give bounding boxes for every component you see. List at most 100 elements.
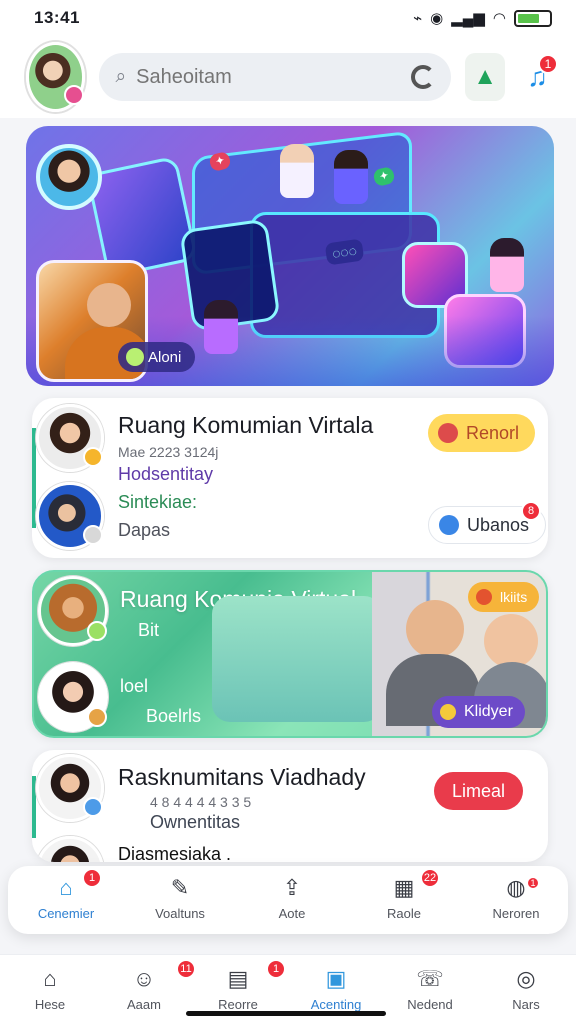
- community-card[interactable]: Ruang Komumian Virtala Mae 2223 3124j Ho…: [32, 398, 548, 558]
- table-icon: ▤: [227, 966, 249, 991]
- edit-icon: ✎: [170, 875, 190, 900]
- tab-chat[interactable]: ☏ Nedend: [390, 965, 470, 1012]
- search-bar[interactable]: ⌕: [99, 53, 452, 101]
- status-icons: ⌁ ◉ ▂▄▆ ◠: [413, 9, 552, 27]
- avatar: [36, 754, 104, 822]
- ubanos-badge: 8: [521, 501, 542, 521]
- avatar: [36, 404, 104, 472]
- tab-label: Nars: [512, 997, 540, 1012]
- renorl-button-label: Renorl: [466, 422, 520, 443]
- person: [406, 600, 464, 658]
- card-tail-text: Diasmesiaka .: [118, 844, 232, 862]
- avatar: [36, 836, 104, 862]
- google-icon[interactable]: [411, 65, 436, 89]
- hero-figure: [280, 144, 314, 198]
- limeal-button-label: Limeal: [452, 780, 506, 801]
- hero-figure: [490, 238, 524, 292]
- ubanos-button[interactable]: Ubanos 8: [428, 501, 547, 544]
- tag-icon: [476, 589, 492, 605]
- profile-avatar[interactable]: [26, 42, 86, 112]
- hero-figure: [334, 150, 368, 204]
- calendar-icon: ▦: [393, 875, 415, 900]
- tab-badge: 1: [82, 868, 102, 888]
- avatar-badge: [83, 525, 103, 545]
- shield-icon: [439, 515, 459, 535]
- card-detail: Dapas: [118, 520, 171, 540]
- lkiits-button[interactable]: lkiits: [468, 582, 540, 612]
- profile-status-badge: [64, 85, 85, 105]
- avatar-badge: [83, 797, 103, 817]
- folder-icon: ▣: [325, 966, 347, 991]
- tab-folder[interactable]: ▣ Acenting: [296, 965, 376, 1012]
- community-card[interactable]: Ruang Komunia Virtual Bit loel Boelrls l…: [32, 570, 548, 738]
- avatar-badge: [87, 621, 107, 641]
- tab-table[interactable]: ▤ Reorre 1: [198, 959, 286, 1012]
- tab-label: Aaam: [127, 997, 161, 1012]
- card-title: Rasknumitans Viadhady: [118, 764, 366, 790]
- chat-icon: ☏: [416, 966, 444, 991]
- music-button[interactable]: ♫ 1: [519, 53, 558, 101]
- person: [484, 614, 538, 668]
- community-card[interactable]: Rasknumitans Viadhady 4 8 4 4 4 4 3 3 5 …: [32, 750, 548, 862]
- app-shortcut-button[interactable]: ▲: [465, 53, 506, 101]
- home-indicator: [186, 1011, 386, 1016]
- tab-house[interactable]: ⌂ Hese: [10, 965, 90, 1012]
- music-badge: 1: [538, 54, 558, 74]
- card-tag: Sintekiae:: [118, 492, 198, 512]
- tab-label: Neroren: [492, 906, 540, 921]
- hero-avatar: [36, 144, 102, 210]
- hero-banner[interactable]: Aloni ✦ ✦ ◌◌◌: [26, 126, 554, 386]
- bottom-nav-primary: ⌂ Cenemier 1 ✎ Voaltuns ⇪ Aote ▦ Raole 2…: [8, 866, 568, 934]
- search-input[interactable]: [136, 65, 402, 89]
- klidyer-button[interactable]: Klidyer: [432, 696, 525, 728]
- home-icon: ⌂: [59, 875, 73, 900]
- card-meta: loel: [120, 676, 149, 696]
- tab-profile[interactable]: ◎ Nars: [486, 965, 566, 1012]
- tab-home[interactable]: ⌂ Cenemier 1: [26, 868, 106, 921]
- avatar-badge: [83, 447, 103, 467]
- search-icon: ⌕: [115, 66, 127, 87]
- hero-figure: [204, 300, 238, 354]
- ubanos-button-label: Ubanos: [467, 514, 530, 535]
- tab-label: Raole: [387, 906, 421, 921]
- tab-badge: 22: [420, 868, 440, 888]
- tag-icon: [440, 704, 456, 720]
- tab-label: Nedend: [407, 997, 453, 1012]
- battery-icon: [514, 9, 552, 27]
- tab-badge: 11: [176, 959, 196, 979]
- tab-user[interactable]: ◍ Neroren 1: [476, 874, 556, 921]
- card-title: Ruang Komumian Virtala: [118, 412, 374, 438]
- tab-label: Reorre: [218, 997, 258, 1012]
- top-header: ⌕ ▲ ♫ 1: [0, 36, 576, 118]
- tab-badge: 1: [526, 876, 540, 890]
- card-secondary-label: Bit: [138, 620, 160, 640]
- tab-upload[interactable]: ⇪ Aote: [252, 874, 332, 921]
- card-meta: 4 8 4 4 4 4 3 3 5: [150, 794, 252, 810]
- bottom-nav-secondary: ⌂ Hese ☺ Aaam 11 ▤ Reorre 1 ▣ Acenting ☏…: [0, 954, 576, 1024]
- bluetooth-icon: ⌁: [413, 10, 423, 27]
- location-icon: ◉: [430, 10, 444, 27]
- avatar: [36, 482, 104, 550]
- tab-calendar[interactable]: ▦ Raole 22: [364, 868, 444, 921]
- house-icon: ⌂: [43, 966, 57, 991]
- tab-label: Acenting: [310, 997, 362, 1012]
- lkiits-button-label: lkiits: [500, 589, 528, 605]
- tab-edit[interactable]: ✎ Voaltuns: [140, 874, 220, 921]
- renorl-button[interactable]: Renorl: [428, 414, 536, 452]
- avatar: [38, 576, 108, 646]
- avatar: [38, 662, 108, 732]
- tab-label: Cenemier: [37, 906, 95, 921]
- tab-smile[interactable]: ☺ Aaam 11: [104, 959, 196, 1012]
- tab-label: Voaltuns: [155, 906, 205, 921]
- triangle-icon: ▲: [473, 63, 498, 90]
- tab-label: Aote: [278, 906, 306, 921]
- hero-label[interactable]: Aloni: [118, 342, 196, 372]
- tab-label: Hese: [34, 997, 66, 1012]
- avatar-badge: [87, 707, 107, 727]
- limeal-button[interactable]: Limeal: [434, 772, 524, 810]
- profile-icon: ◎: [516, 966, 536, 991]
- wifi-icon: ◠: [492, 10, 506, 27]
- card-illustration: [212, 596, 382, 722]
- signal-icon: ▂▄▆: [451, 10, 485, 27]
- card-meta: Mae 2223 3124j: [118, 444, 219, 460]
